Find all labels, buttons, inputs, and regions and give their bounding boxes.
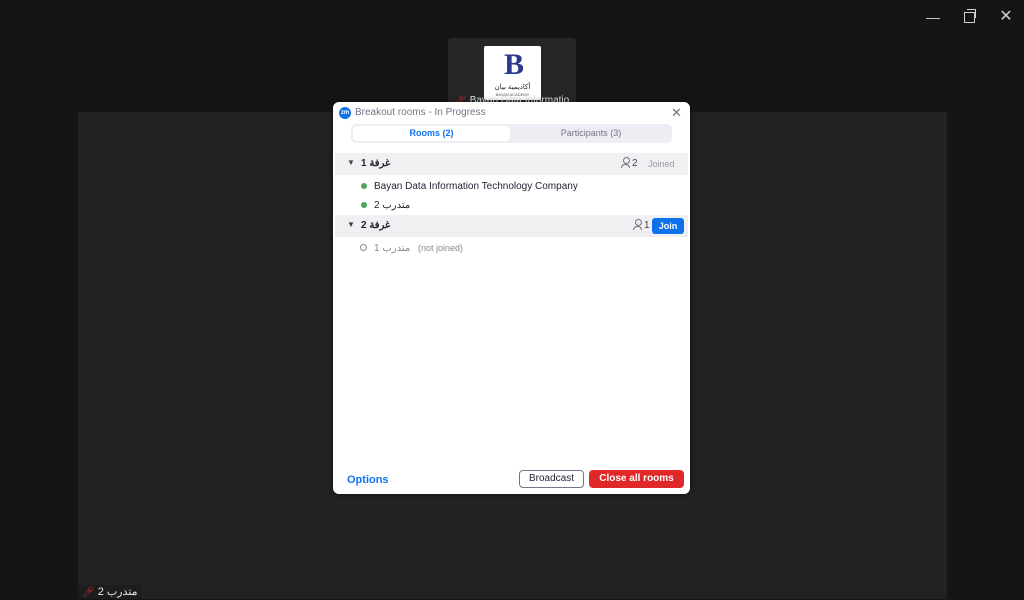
zoom-app-icon: zm — [339, 107, 351, 119]
logo-text-arabic: أكاديمية بيان — [494, 84, 531, 91]
close-icon: ✕ — [999, 8, 1013, 25]
collapse-caret-icon[interactable]: ▼ — [347, 158, 355, 167]
online-status-dot — [361, 183, 367, 189]
room-member: متدرب 2 — [333, 197, 690, 215]
joined-status: Joined — [648, 159, 675, 169]
restore-icon — [963, 9, 976, 23]
collapse-caret-icon[interactable]: ▼ — [347, 220, 355, 229]
online-status-dot — [361, 202, 367, 208]
room-member: Bayan Data Information Technology Compan… — [333, 178, 690, 196]
person-icon — [621, 157, 630, 168]
breakout-rooms-dialog: zm Breakout rooms - In Progress ✕ Rooms … — [333, 102, 690, 494]
bayan-academy-logo: B أكاديمية بيان BAYAN ACADEMY — [484, 46, 541, 100]
close-window-button[interactable]: ✕ — [994, 8, 1018, 26]
dialog-titlebar[interactable]: zm Breakout rooms - In Progress ✕ — [333, 102, 690, 124]
dialog-close-icon[interactable]: ✕ — [671, 105, 682, 121]
self-view-name: متدرب 2 — [97, 586, 138, 598]
not-joined-label: (not joined) — [418, 243, 464, 253]
room-name: غرفة 2 — [361, 220, 391, 231]
room-participant-count: 2 — [632, 158, 638, 169]
member-name: متدرب 1 — [374, 243, 411, 254]
tab-rooms[interactable]: Rooms (2) — [353, 126, 510, 141]
logo-letter: B — [504, 48, 525, 81]
mic-muted-icon: 🎤︎ — [82, 587, 95, 598]
participant-thumbnail[interactable]: B أكاديمية بيان BAYAN ACADEMY 🎤︎ Bayan Da… — [448, 38, 576, 110]
person-icon — [633, 219, 642, 230]
room-row-2[interactable]: ▼ غرفة 2 1 Join — [335, 215, 688, 237]
room-participant-count: 1 — [644, 220, 650, 231]
dialog-title: Breakout rooms - In Progress — [355, 107, 486, 118]
room-member: متدرب 1 (not joined) — [333, 240, 690, 258]
options-link[interactable]: Options — [347, 474, 389, 486]
member-name: متدرب 2 — [374, 200, 411, 211]
member-name: Bayan Data Information Technology Compan… — [374, 181, 578, 192]
minimize-icon: — — [926, 9, 940, 25]
join-room-button[interactable]: Join — [652, 218, 684, 234]
room-row-1[interactable]: ▼ غرفة 1 2 Joined — [335, 153, 688, 175]
offline-status-dot — [360, 244, 367, 251]
restore-button[interactable] — [957, 8, 981, 26]
close-all-rooms-button[interactable]: Close all rooms — [589, 470, 684, 488]
broadcast-button[interactable]: Broadcast — [519, 470, 584, 488]
self-view-label: 🎤︎ متدرب 2 — [78, 585, 142, 599]
room-name: غرفة 1 — [361, 158, 391, 169]
tab-participants[interactable]: Participants (3) — [512, 126, 670, 141]
minimize-button[interactable]: — — [921, 8, 945, 26]
breakout-tabs: Rooms (2) Participants (3) — [351, 124, 672, 143]
